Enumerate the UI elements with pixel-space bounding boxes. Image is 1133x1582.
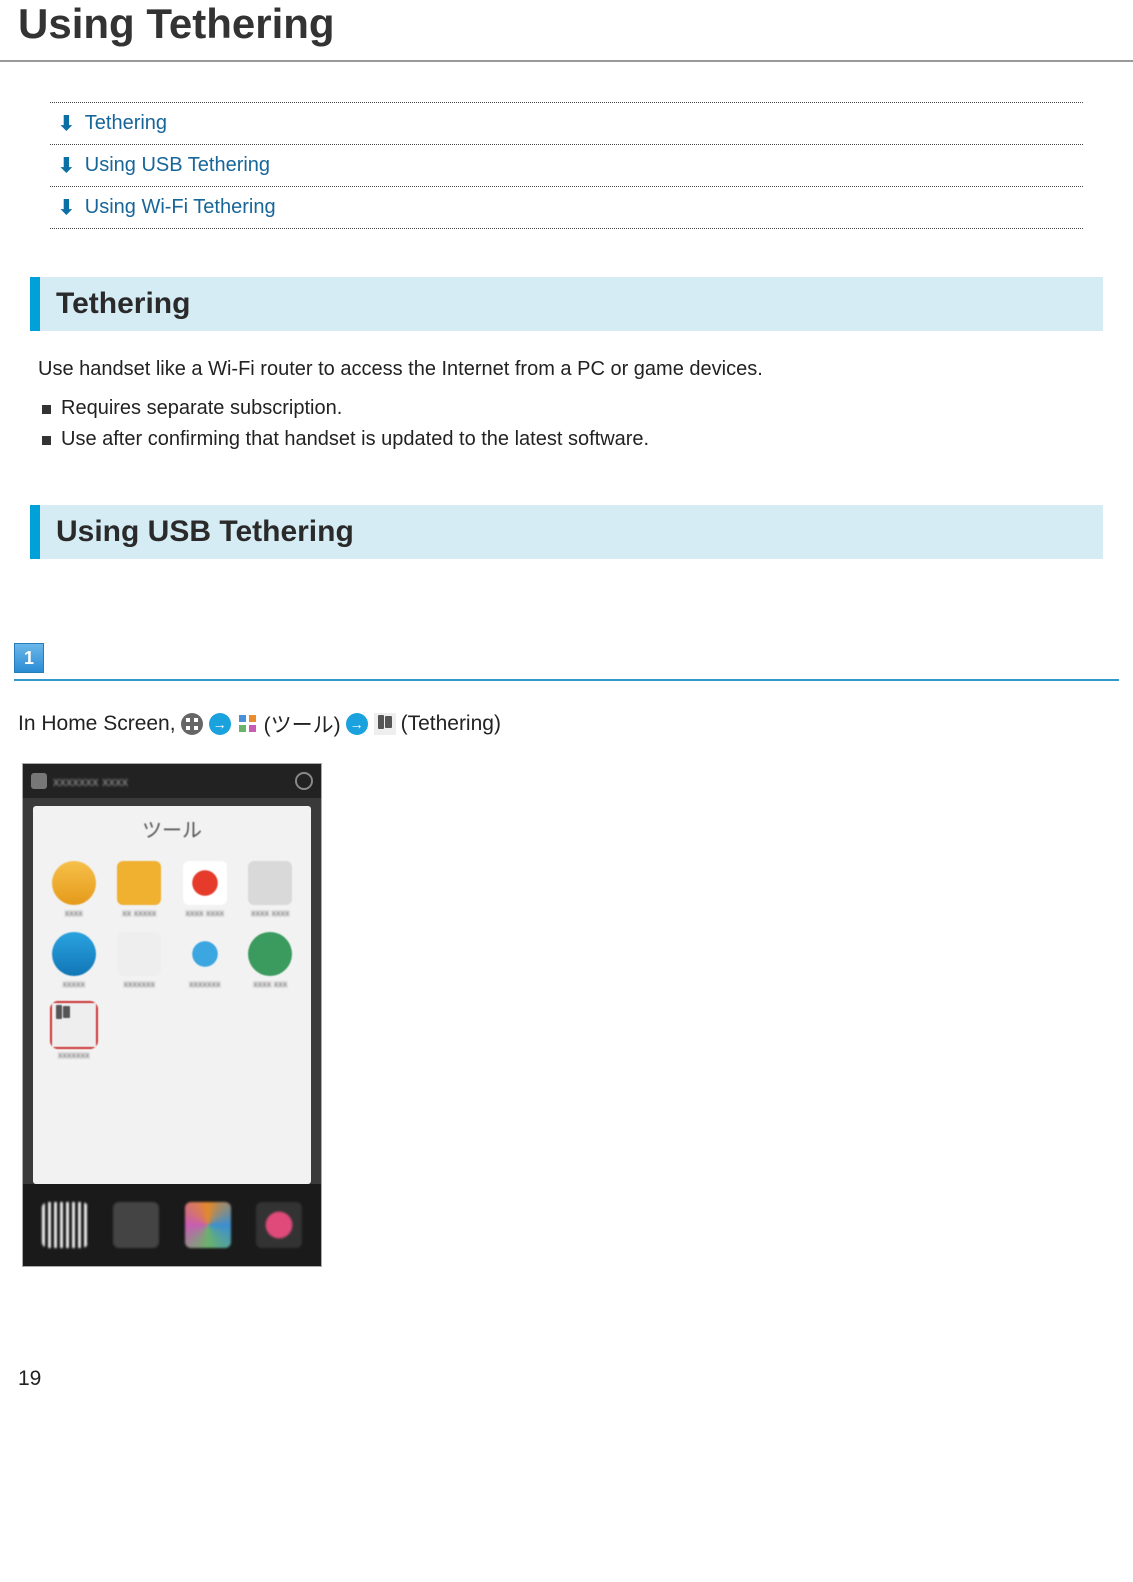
app-grid: xxxx xx xxxxx xxxx xxxx xxxx xxxx xxxxx … (39, 861, 305, 1060)
app-item: xxxx xxx (240, 932, 302, 989)
bullet-text: Use after confirming that handset is upd… (61, 428, 649, 451)
step-badge-row: 1 (0, 643, 1133, 673)
app-item: xxxxxxx (174, 932, 236, 989)
app-item: xxxxx (43, 932, 105, 989)
app-item: xxxxxxx (109, 932, 171, 989)
bullet-item: Use after confirming that handset is upd… (42, 424, 1095, 455)
page-number: 19 (0, 1327, 1133, 1391)
toc-item-wifi-tethering[interactable]: ⬇ Using Wi-Fi Tethering (50, 186, 1083, 229)
dock-icon (256, 1202, 302, 1248)
step-instruction: In Home Screen, → (ツール) → (Tethering) (0, 709, 1133, 739)
bullet-text: Requires separate subscription. (61, 397, 342, 420)
intro-paragraph: Use handset like a Wi-Fi router to acces… (38, 355, 1095, 383)
step-divider (14, 679, 1119, 681)
step-tethering-label: (Tethering) (401, 712, 501, 736)
app-item-tethering-selected: xxxxxxx (43, 1003, 105, 1060)
folder-title: ツール (39, 814, 305, 843)
step-prefix-text: In Home Screen, (18, 712, 176, 736)
arrow-right-icon: → (346, 713, 368, 735)
app-item: xxxx (43, 861, 105, 918)
arrow-right-icon: → (209, 713, 231, 735)
bullet-list: Requires separate subscription. Use afte… (38, 393, 1095, 455)
app-item: xxxx xxxx (240, 861, 302, 918)
phone-screenshot: xxxxxxx xxxx ツール xxxx xx xxxxx xxxx xxxx… (22, 763, 322, 1267)
apps-grid-icon (181, 713, 203, 735)
down-arrow-icon: ⬇ (58, 111, 75, 136)
toc-item-tethering[interactable]: ⬇ Tethering (50, 102, 1083, 144)
toc-link-label: Using Wi-Fi Tethering (85, 196, 276, 219)
app-item: xx xxxxx (109, 861, 171, 918)
step-jp-group-text: (ツール) (264, 709, 341, 739)
down-arrow-icon: ⬇ (58, 195, 75, 220)
phone-status-bar: xxxxxxx xxxx (23, 764, 321, 798)
section-body-tethering: Use handset like a Wi-Fi router to acces… (0, 355, 1133, 455)
phone-dock (23, 1184, 321, 1266)
search-icon (295, 772, 313, 790)
folder-card: ツール xxxx xx xxxxx xxxx xxxx xxxx xxxx xx… (33, 806, 311, 1184)
dock-icon (113, 1202, 159, 1248)
dock-icon (185, 1202, 231, 1248)
tethering-app-icon (374, 713, 396, 735)
toc-item-usb-tethering[interactable]: ⬇ Using USB Tethering (50, 144, 1083, 186)
section-heading-usb-tethering: Using USB Tethering (30, 505, 1103, 559)
bullet-item: Requires separate subscription. (42, 393, 1095, 424)
status-text: xxxxxxx xxxx (53, 774, 289, 789)
step-number-badge: 1 (14, 643, 44, 673)
toc-link-label: Using USB Tethering (85, 154, 270, 177)
section-heading-tethering: Tethering (30, 277, 1103, 331)
page-title: Using Tethering (0, 0, 1133, 62)
toc-link-label: Tethering (85, 112, 167, 135)
down-arrow-icon: ⬇ (58, 153, 75, 178)
dock-icon (42, 1202, 88, 1248)
tiles-icon (237, 713, 259, 735)
app-item: xxxx xxxx (174, 861, 236, 918)
table-of-contents: ⬇ Tethering ⬇ Using USB Tethering ⬇ Usin… (0, 102, 1133, 229)
status-left-icon (31, 773, 47, 789)
square-bullet-icon (42, 436, 51, 445)
square-bullet-icon (42, 405, 51, 414)
